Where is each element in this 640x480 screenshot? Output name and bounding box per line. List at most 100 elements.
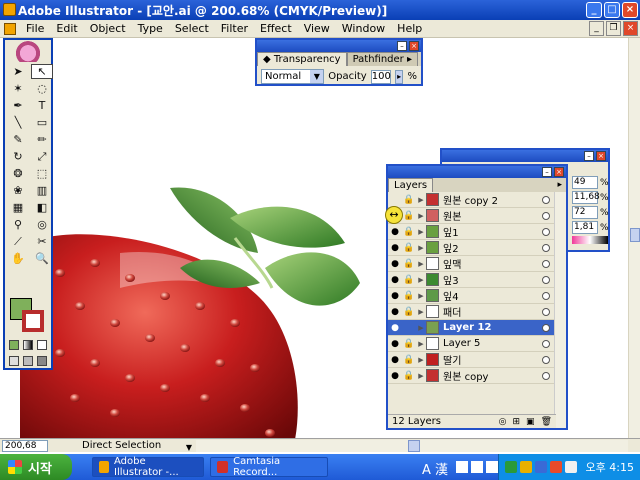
palette-title-bar[interactable]: – × bbox=[442, 150, 608, 162]
menu-effect[interactable]: Effect bbox=[254, 22, 298, 35]
layer-row[interactable]: ● 🔒 ▶ 잎4 bbox=[388, 288, 556, 304]
doc-restore-button[interactable]: ❐ bbox=[606, 21, 621, 36]
target-circle-icon[interactable] bbox=[542, 211, 550, 220]
tray-app-icon[interactable] bbox=[504, 461, 517, 473]
layer-row[interactable]: 🔒 ▶ 원본 copy 2 bbox=[388, 192, 556, 208]
palette-close-button[interactable]: × bbox=[409, 41, 419, 51]
expand-triangle-icon[interactable]: ▶ bbox=[416, 244, 426, 252]
eye-visibility-icon[interactable]: ● bbox=[388, 371, 402, 381]
line-tool-icon[interactable]: ╲ bbox=[7, 115, 29, 130]
target-circle-icon[interactable] bbox=[542, 195, 550, 204]
palette-minimize-button[interactable]: – bbox=[584, 151, 594, 161]
target-circle-icon[interactable] bbox=[542, 227, 550, 236]
horizontal-scroll-thumb[interactable] bbox=[408, 440, 420, 452]
menu-window[interactable]: Window bbox=[336, 22, 391, 35]
target-circle-icon[interactable] bbox=[542, 291, 550, 300]
menu-select[interactable]: Select bbox=[169, 22, 215, 35]
palette-minimize-button[interactable]: – bbox=[542, 167, 552, 177]
horizontal-scrollbar[interactable] bbox=[196, 440, 628, 452]
lock-icon[interactable]: 🔒 bbox=[402, 227, 416, 237]
target-circle-icon[interactable] bbox=[542, 323, 550, 332]
pencil-tool-icon[interactable]: ✏ bbox=[31, 132, 53, 147]
lock-icon[interactable]: 🔒 bbox=[402, 339, 416, 349]
palette-title-bar[interactable]: – × bbox=[388, 166, 566, 178]
target-circle-icon[interactable] bbox=[542, 307, 550, 316]
target-circle-icon[interactable] bbox=[542, 339, 550, 348]
expand-triangle-icon[interactable]: ▶ bbox=[416, 308, 426, 316]
blend-mode-select[interactable]: Normal ▼ bbox=[261, 69, 325, 84]
hand-tool-icon[interactable]: ✋ bbox=[7, 251, 29, 266]
screen-mode-full-menu-button[interactable] bbox=[23, 356, 33, 366]
yellow-value-input[interactable]: 72 bbox=[572, 206, 598, 219]
layer-row[interactable]: ● 🔒 ▶ 잎3 bbox=[388, 272, 556, 288]
palette-close-button[interactable]: × bbox=[596, 151, 606, 161]
start-button[interactable]: 시작 bbox=[0, 454, 72, 480]
tray-app-icon[interactable] bbox=[519, 461, 532, 473]
target-circle-icon[interactable] bbox=[542, 243, 550, 252]
lock-icon[interactable]: 🔒 bbox=[402, 291, 416, 301]
opacity-input[interactable]: 100 bbox=[370, 69, 391, 84]
document-icon[interactable] bbox=[4, 22, 16, 35]
expand-triangle-icon[interactable]: ▶ bbox=[416, 196, 426, 204]
zoom-tool-icon[interactable]: 🔍 bbox=[31, 251, 53, 266]
color-mode-button[interactable] bbox=[9, 340, 19, 350]
title-bar[interactable]: Adobe Illustrator - [교안.ai @ 200.68% (CM… bbox=[0, 0, 640, 20]
target-circle-icon[interactable] bbox=[542, 275, 550, 284]
eye-visibility-icon[interactable]: ● bbox=[388, 275, 402, 285]
palette-close-button[interactable]: × bbox=[554, 167, 564, 177]
create-new-layer-icon[interactable]: ▣ bbox=[526, 417, 535, 427]
layer-row[interactable]: ● 🔒 ▶ 패더 bbox=[388, 304, 556, 320]
target-circle-icon[interactable] bbox=[542, 355, 550, 364]
minimize-button[interactable]: _ bbox=[586, 2, 602, 18]
direct-selection-tool-icon[interactable]: ↖ bbox=[31, 64, 53, 79]
menu-view[interactable]: View bbox=[298, 22, 336, 35]
gradient-mode-button[interactable] bbox=[23, 340, 33, 350]
scissors-tool-icon[interactable]: ✂ bbox=[31, 234, 53, 249]
symbol-sprayer-tool-icon[interactable]: ❀ bbox=[7, 183, 29, 198]
lock-icon[interactable]: 🔒 bbox=[402, 243, 416, 253]
create-sublayer-icon[interactable]: ⊞ bbox=[513, 417, 521, 427]
close-button[interactable]: × bbox=[622, 2, 638, 18]
expand-triangle-icon[interactable]: ▶ bbox=[416, 372, 426, 380]
vertical-scrollbar[interactable] bbox=[628, 38, 640, 438]
tab-pathfinder[interactable]: Pathfinder ▸ bbox=[346, 52, 418, 66]
zoom-level-input[interactable]: 200,68 bbox=[2, 439, 48, 452]
adobe-flower-icon[interactable] bbox=[5, 40, 51, 62]
rotate-tool-icon[interactable]: ↻ bbox=[7, 149, 29, 164]
menu-help[interactable]: Help bbox=[391, 22, 428, 35]
expand-triangle-icon[interactable]: ▶ bbox=[416, 260, 426, 268]
paintbrush-tool-icon[interactable]: ✎ bbox=[7, 132, 29, 147]
scale-tool-icon[interactable]: ⤢ bbox=[31, 149, 53, 164]
ime-options-icon[interactable] bbox=[486, 461, 499, 473]
layer-row[interactable]: ● 🔒 ▶ 잎2 bbox=[388, 240, 556, 256]
blend-tool-icon[interactable]: ◎ bbox=[31, 217, 53, 232]
expand-triangle-icon[interactable]: ▶ bbox=[416, 276, 426, 284]
eye-visibility-icon[interactable]: ● bbox=[388, 355, 402, 365]
target-circle-icon[interactable] bbox=[542, 371, 550, 380]
palette-minimize-button[interactable]: – bbox=[397, 41, 407, 51]
slice-tool-icon[interactable]: ⟋ bbox=[7, 234, 29, 249]
vertical-scroll-thumb[interactable] bbox=[630, 228, 640, 242]
layer-row[interactable]: ●🔒▶원본 bbox=[388, 208, 556, 224]
trash-icon[interactable]: 🗑 bbox=[541, 417, 552, 427]
ime-pad-icon[interactable] bbox=[456, 461, 469, 473]
graph-tool-icon[interactable]: ▥ bbox=[31, 183, 53, 198]
stroke-color-swatch[interactable] bbox=[22, 310, 44, 332]
rectangle-tool-icon[interactable]: ▭ bbox=[31, 115, 53, 130]
eye-visibility-icon[interactable]: ● bbox=[388, 243, 402, 253]
lock-icon[interactable]: 🔒 bbox=[402, 211, 416, 221]
type-tool-icon[interactable]: T bbox=[31, 98, 53, 113]
menu-object[interactable]: Object bbox=[84, 22, 132, 35]
eye-visibility-icon[interactable]: ● bbox=[388, 227, 402, 237]
palette-menu-icon[interactable]: ▸ bbox=[557, 178, 566, 192]
expand-triangle-icon[interactable]: ▶ bbox=[416, 228, 426, 236]
chevron-down-icon[interactable]: ▼ bbox=[310, 70, 324, 83]
mesh-tool-icon[interactable]: ▦ bbox=[7, 200, 29, 215]
screen-mode-full-button[interactable] bbox=[37, 356, 47, 366]
screen-mode-standard-button[interactable] bbox=[9, 356, 19, 366]
clock[interactable]: 오후 4:15 bbox=[586, 459, 634, 475]
lock-icon[interactable]: 🔒 bbox=[402, 275, 416, 285]
color-ramp[interactable] bbox=[572, 236, 608, 244]
eye-visibility-icon[interactable]: ● bbox=[388, 323, 402, 333]
free-transform-tool-icon[interactable]: ⬚ bbox=[31, 166, 53, 181]
